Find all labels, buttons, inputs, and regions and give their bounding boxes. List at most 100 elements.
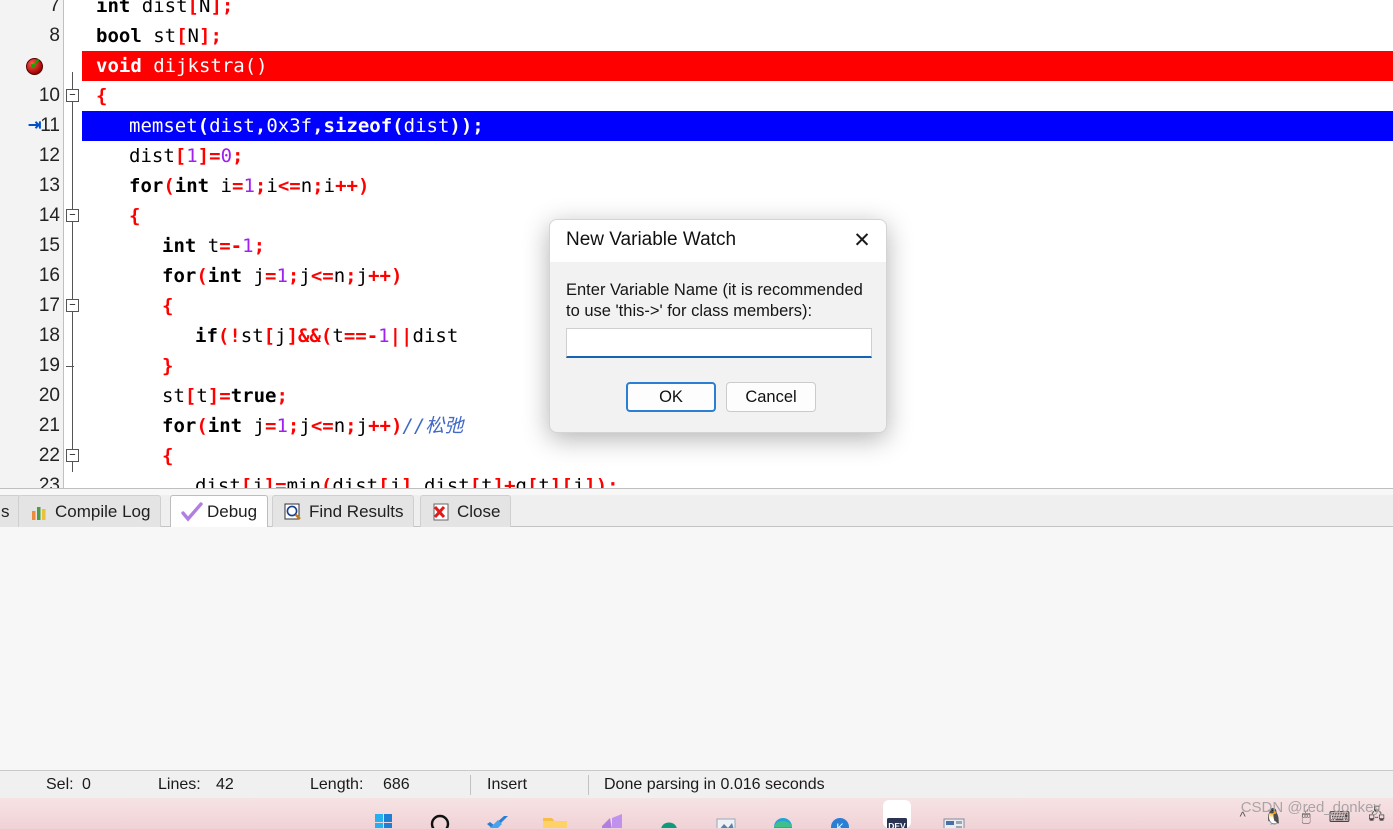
code-text: { bbox=[129, 205, 141, 227]
code-text: { bbox=[162, 445, 174, 467]
variable-name-input[interactable] bbox=[566, 328, 872, 358]
code-line[interactable]: 8 bool st[N]; bbox=[0, 21, 1393, 51]
line-number: 18 bbox=[38, 325, 60, 346]
tab-label: Find Results bbox=[309, 501, 404, 521]
code-text: dist[1]=0; bbox=[129, 145, 244, 167]
code-line[interactable]: 23 dist[j]=min(dist[j],dist[t]+g[t][j]); bbox=[0, 471, 1393, 488]
application-window: 7 int dist[N]; 8 bool st[N]; void dijkstra()… bbox=[0, 0, 1393, 829]
code-line[interactable]: 12 dist[1]=0; bbox=[0, 141, 1393, 171]
panel-tab-bar: s Compile Log Debug Find Results Close bbox=[0, 495, 1393, 527]
code-line[interactable]: 11 ⇥ memset(dist,0x3f,sizeof(dist)); bbox=[0, 111, 1393, 141]
fold-collapse-icon[interactable]: − bbox=[66, 209, 79, 222]
dialog-prompt-text: Enter Variable Name (it is recommended t… bbox=[566, 281, 863, 320]
code-text: for(int j=1;j<=n;j++)//松弛 bbox=[162, 415, 464, 437]
code-text: for(int j=1;j<=n;j++) bbox=[162, 265, 403, 287]
kugou-icon[interactable]: K bbox=[826, 800, 854, 829]
line-number: 13 bbox=[38, 175, 60, 196]
status-length-value: 686 bbox=[383, 776, 410, 793]
tab-find-results[interactable]: Find Results bbox=[272, 495, 415, 527]
fold-end-tick bbox=[66, 366, 74, 367]
calculator-icon[interactable] bbox=[940, 800, 968, 829]
todo-icon[interactable] bbox=[484, 800, 512, 829]
fold-collapse-icon[interactable]: − bbox=[66, 299, 79, 312]
breakpoint-line-highlight bbox=[82, 51, 1393, 81]
line-number: 20 bbox=[38, 385, 60, 406]
csdn-watermark: CSDN @red_donkey bbox=[1240, 799, 1381, 816]
svg-text:DEV: DEV bbox=[888, 821, 906, 828]
tab-close[interactable]: Close bbox=[420, 495, 512, 527]
code-line[interactable]: 13 for(int i=1;i<=n;i++) bbox=[0, 171, 1393, 201]
dialog-title-bar: New Variable Watch ✕ bbox=[550, 220, 886, 262]
dialog-title-text: New Variable Watch bbox=[566, 229, 737, 250]
tab-label: Close bbox=[457, 501, 501, 521]
code-line[interactable]: 7 int dist[N]; bbox=[0, 0, 1393, 21]
tab-label: Debug bbox=[207, 501, 258, 521]
fold-collapse-icon[interactable]: − bbox=[66, 449, 79, 462]
status-sel-value: 0 bbox=[82, 776, 91, 793]
status-lines-value: 42 bbox=[216, 776, 234, 793]
tab-debug[interactable]: Debug bbox=[170, 495, 269, 527]
code-text: if(!st[j]&&(t==-1||dist bbox=[195, 325, 459, 347]
tab-label: s bbox=[1, 501, 10, 521]
status-bar: Sel: 0 Lines: 42 Length: 686 Insert Done… bbox=[0, 770, 1393, 798]
magnifier-icon bbox=[283, 502, 303, 522]
code-text: void dijkstra() bbox=[96, 55, 268, 77]
code-text: { bbox=[96, 85, 108, 107]
code-text: } bbox=[162, 355, 174, 377]
windows-taskbar[interactable]: K DEV ^ 🐧 🖱 ⌨ 🖧 bbox=[0, 798, 1393, 829]
code-line[interactable]: void dijkstra() bbox=[0, 51, 1393, 81]
execution-arrow-icon: ⇥ bbox=[28, 117, 42, 134]
status-insert-mode: Insert bbox=[487, 776, 528, 793]
status-message: Done parsing in 0.016 seconds bbox=[604, 776, 825, 793]
code-text: st[t]=true; bbox=[162, 385, 288, 407]
bar-chart-icon bbox=[29, 502, 49, 522]
code-text: int dist[N]; bbox=[96, 0, 234, 17]
debug-panel: sCompile LogDebugFind ResultsClose dd wa… bbox=[0, 488, 1393, 770]
status-length-label: Length: bbox=[310, 776, 364, 793]
code-text: int t=-1; bbox=[162, 235, 266, 257]
tab-compile-log[interactable]: Compile Log bbox=[18, 495, 162, 527]
file-explorer-icon[interactable] bbox=[541, 800, 569, 829]
line-number: 16 bbox=[38, 265, 60, 286]
code-text: dist[j]=min(dist[j],dist[t]+g[t][j]); bbox=[195, 475, 619, 488]
code-text: bool st[N]; bbox=[96, 25, 222, 47]
check-mark-icon bbox=[181, 501, 203, 522]
code-line[interactable]: 22− { bbox=[0, 441, 1393, 471]
fold-collapse-icon[interactable]: − bbox=[66, 89, 79, 102]
status-lines-label: Lines: bbox=[158, 776, 201, 793]
status-divider-1 bbox=[470, 775, 471, 795]
line-number: 15 bbox=[38, 235, 60, 256]
new-variable-watch-dialog: New Variable Watch ✕ Enter Variable Name… bbox=[549, 219, 887, 433]
close-red-icon bbox=[431, 502, 451, 522]
tab-label: Compile Log bbox=[55, 501, 151, 521]
status-sel-label: Sel: bbox=[46, 776, 74, 793]
code-text: { bbox=[162, 295, 174, 317]
window-app-icon[interactable] bbox=[712, 800, 740, 829]
ok-button[interactable]: OK bbox=[626, 382, 716, 412]
close-icon[interactable]: ✕ bbox=[840, 220, 884, 262]
line-number: 14 bbox=[38, 205, 60, 226]
line-number: 19 bbox=[38, 355, 60, 376]
svg-text:K: K bbox=[836, 822, 844, 828]
line-number: 23 bbox=[38, 475, 60, 488]
edge-browser-icon[interactable] bbox=[769, 800, 797, 829]
line-number: 12 bbox=[38, 145, 60, 166]
cancel-button[interactable]: Cancel bbox=[726, 382, 816, 412]
status-divider-2 bbox=[588, 775, 589, 795]
search-icon[interactable] bbox=[427, 800, 455, 829]
windows-start-icon[interactable] bbox=[370, 800, 398, 829]
visual-studio-icon[interactable] bbox=[598, 800, 626, 829]
line-number: 8 bbox=[49, 25, 60, 46]
line-number: 21 bbox=[38, 415, 60, 436]
code-line[interactable]: 10− { bbox=[0, 81, 1393, 111]
taskbar-icons: K DEV bbox=[370, 800, 968, 829]
line-number: 17 bbox=[38, 295, 60, 316]
breakpoint-icon[interactable] bbox=[26, 56, 43, 75]
code-text: for(int i=1;i<=n;i++) bbox=[129, 175, 370, 197]
code-text: memset(dist,0x3f,sizeof(dist)); bbox=[129, 115, 484, 137]
line-number: 10 bbox=[38, 85, 60, 106]
line-number: 7 bbox=[49, 0, 60, 16]
dev-cpp-icon[interactable]: DEV bbox=[883, 800, 911, 829]
android-studio-icon[interactable] bbox=[655, 800, 683, 829]
line-number: 22 bbox=[38, 445, 60, 466]
